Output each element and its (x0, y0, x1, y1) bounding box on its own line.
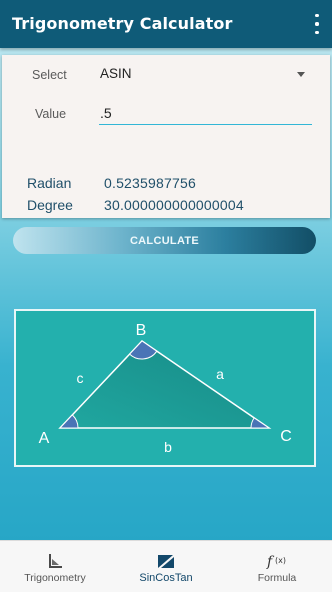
input-card: Select ASIN Value Radian 0.5235987756 De… (2, 55, 330, 218)
triangle-ruler-icon (49, 554, 62, 568)
vertex-b-label: B (136, 322, 147, 339)
sincostan-icon (158, 555, 174, 568)
tab-formula[interactable]: f (x) Formula (222, 541, 332, 592)
side-c-label: c (77, 370, 84, 386)
angle-c-arc (250, 417, 271, 429)
vertex-a-label: A (39, 430, 50, 447)
side-a-label: a (216, 366, 224, 382)
triangle-diagram: B A C c a b (14, 309, 316, 467)
side-b-label: b (164, 439, 172, 455)
radian-value: 0.5235987756 (104, 175, 196, 191)
degree-value: 30.000000000000004 (104, 197, 244, 213)
degree-label: Degree (27, 197, 73, 213)
dropdown-arrow-icon[interactable] (297, 72, 305, 77)
function-fx-icon: f (x) (266, 554, 286, 570)
app-bar: Trigonometry Calculator (0, 0, 332, 48)
tab-formula-label: Formula (257, 572, 297, 584)
tab-sincostan[interactable]: SinCosTan (111, 541, 221, 592)
select-label: Select (32, 68, 67, 82)
bottom-navigation: Trigonometry SinCosTan f (x) Formula (0, 540, 332, 592)
calculate-button[interactable]: CALCULATE (13, 227, 316, 254)
tab-trigonometry[interactable]: Trigonometry (0, 541, 110, 592)
more-vert-icon[interactable] (312, 13, 322, 35)
svg-text:(x): (x) (275, 556, 286, 565)
radian-label: Radian (27, 175, 72, 191)
select-value[interactable]: ASIN (100, 66, 132, 81)
value-label: Value (35, 107, 67, 121)
tab-trigonometry-label: Trigonometry (24, 572, 86, 584)
tab-sincostan-label: SinCosTan (139, 572, 193, 584)
app-title: Trigonometry Calculator (12, 14, 233, 33)
triangle-svg: B A C c a b (39, 322, 292, 455)
vertex-c-label: C (280, 428, 292, 445)
triangle-shape (58, 340, 272, 429)
value-input[interactable] (99, 102, 312, 125)
svg-text:f: f (266, 554, 275, 570)
